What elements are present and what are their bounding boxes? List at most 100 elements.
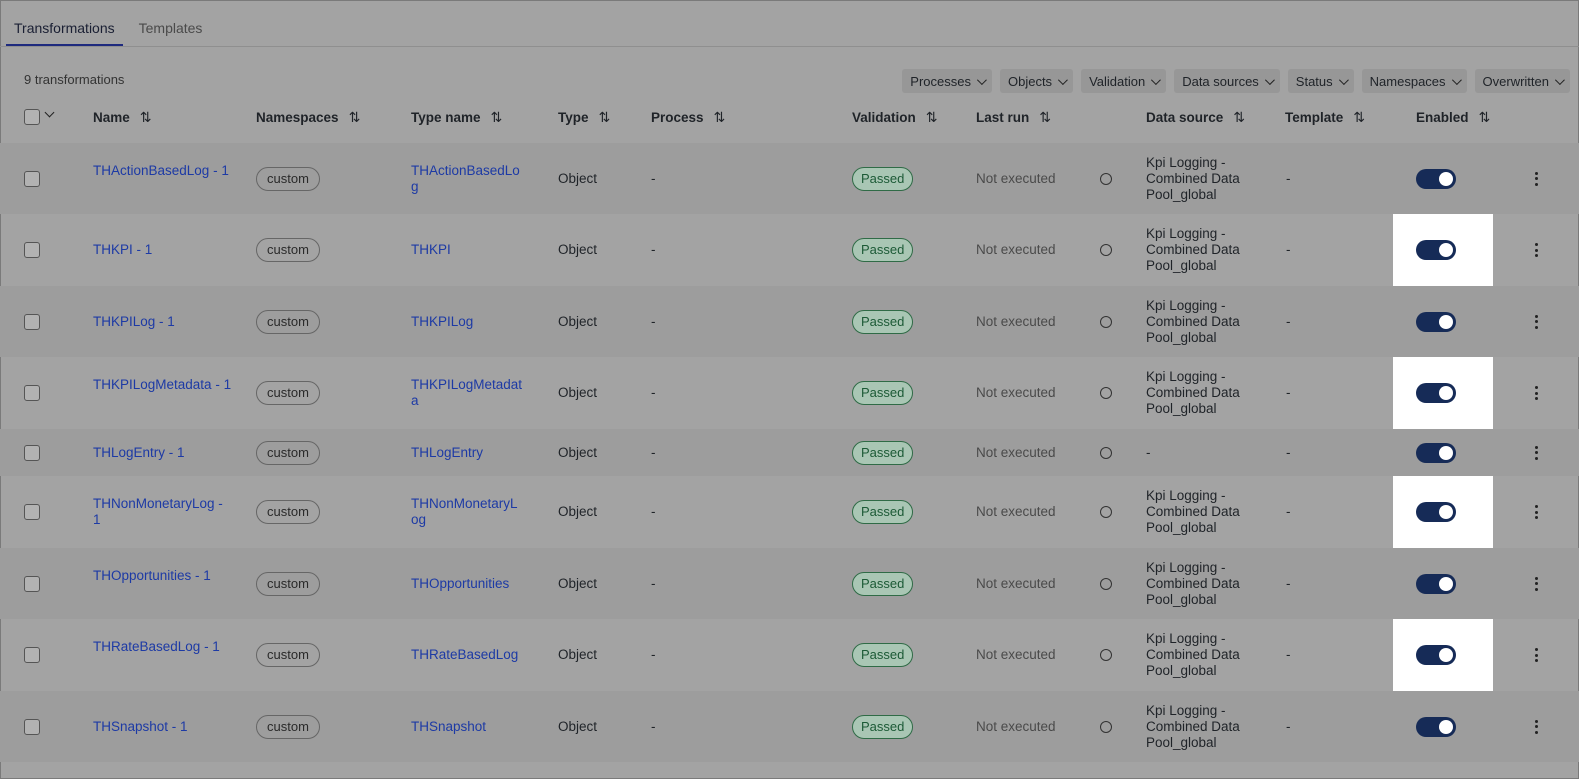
row-checkbox[interactable] <box>24 647 40 663</box>
row-checkbox[interactable] <box>24 242 40 258</box>
more-options-icon[interactable] <box>1535 719 1539 737</box>
transformation-name-link[interactable]: THActionBasedLog - 1 <box>93 163 233 179</box>
row-checkbox[interactable] <box>24 504 40 520</box>
type-name-link[interactable]: THOpportunities <box>411 576 551 592</box>
type-name-link[interactable]: THLogEntry <box>411 445 551 461</box>
column-header-name[interactable]: Name ⇅ <box>93 109 152 126</box>
filter-data-sources[interactable]: Data sources <box>1174 69 1280 93</box>
column-header-template[interactable]: Template ⇅ <box>1285 109 1365 126</box>
enabled-toggle[interactable] <box>1416 311 1456 332</box>
transformation-name-link[interactable]: THOpportunities - 1 <box>93 568 233 584</box>
filter-validation[interactable]: Validation <box>1081 69 1167 93</box>
select-all-checkbox[interactable] <box>24 109 40 125</box>
data-source-value: Kpi Logging - Combined Data Pool_global <box>1146 559 1240 607</box>
enabled-toggle[interactable] <box>1416 502 1456 522</box>
filter-overwritten[interactable]: Overwritten <box>1474 69 1570 93</box>
type-name-link[interactable]: THNonMonetaryLog <box>411 496 524 528</box>
table-row <box>0 691 1579 762</box>
type-name-link[interactable]: THKPI <box>411 242 551 258</box>
column-header-name-label: Name <box>93 110 130 125</box>
column-header-validation[interactable]: Validation ⇅ <box>852 109 937 126</box>
last-run-value: Not executed <box>976 385 1056 400</box>
transformation-name-link[interactable]: THNonMonetaryLog - 1 <box>93 496 233 528</box>
row-checkbox[interactable] <box>24 385 40 401</box>
circle-status-icon <box>1100 244 1112 256</box>
more-options-icon[interactable] <box>1535 314 1539 332</box>
transformation-name-link[interactable]: THSnapshot - 1 <box>93 719 233 735</box>
tab-transformations[interactable]: Transformations <box>6 10 123 46</box>
enabled-toggle[interactable] <box>1416 383 1456 403</box>
row-checkbox[interactable] <box>24 444 40 461</box>
process-value: - <box>651 647 656 662</box>
column-header-process[interactable]: Process ⇅ <box>651 109 725 126</box>
transformation-name-link[interactable]: THKPI - 1 <box>93 242 233 258</box>
more-options-icon[interactable] <box>1535 648 1539 665</box>
enabled-toggle[interactable] <box>1416 645 1456 665</box>
sort-icon: ⇅ <box>139 109 152 125</box>
column-header-data-source[interactable]: Data source ⇅ <box>1146 109 1245 126</box>
table-row <box>0 619 1579 691</box>
template-value: - <box>1286 647 1291 662</box>
tab-templates[interactable]: Templates <box>131 10 211 46</box>
type-name-link[interactable]: THActionBasedLog <box>411 163 524 195</box>
more-options-icon[interactable] <box>1535 243 1539 260</box>
validation-status-badge: Passed <box>852 714 914 739</box>
chevron-down-icon <box>1338 74 1349 85</box>
filter-namespaces[interactable]: Namespaces <box>1361 69 1467 93</box>
column-header-last-run[interactable]: Last run ⇅ <box>976 109 1051 126</box>
more-options-icon[interactable] <box>1535 505 1539 522</box>
namespace-badge: custom <box>256 500 320 524</box>
table-row <box>0 143 1579 214</box>
more-options-icon[interactable] <box>1535 386 1539 403</box>
type-name-link[interactable]: THSnapshot <box>411 719 551 735</box>
type-name-link[interactable]: THKPILog <box>411 314 551 330</box>
type-value: Object <box>558 647 598 662</box>
row-checkbox[interactable] <box>24 170 40 187</box>
column-header-data-source-label: Data source <box>1146 110 1224 125</box>
row-checkbox[interactable] <box>24 313 40 330</box>
circle-status-icon <box>1100 315 1112 328</box>
process-value: - <box>651 504 656 519</box>
column-header-type[interactable]: Type ⇅ <box>558 109 610 126</box>
validation-status-badge: Passed <box>852 381 914 405</box>
column-header-type-name[interactable]: Type name ⇅ <box>411 109 503 126</box>
more-options-icon[interactable] <box>1535 576 1539 594</box>
type-name-link[interactable]: THKPILogMetadata <box>411 377 524 409</box>
more-options-icon[interactable] <box>1535 445 1539 463</box>
column-header-type-label: Type <box>558 110 589 125</box>
data-source-value: Kpi Logging - Combined Data Pool_global <box>1146 488 1240 535</box>
column-header-enabled[interactable]: Enabled ⇅ <box>1416 109 1490 126</box>
transformation-name-link[interactable]: THRateBasedLog - 1 <box>93 639 233 655</box>
transformation-name-link[interactable]: THKPILogMetadata - 1 <box>93 377 233 393</box>
enabled-toggle[interactable] <box>1416 168 1456 189</box>
type-name-link[interactable]: THRateBasedLog <box>411 647 551 663</box>
template-value: - <box>1286 242 1291 257</box>
enabled-toggle[interactable] <box>1416 240 1456 260</box>
sort-icon: ⇅ <box>1233 109 1245 125</box>
type-value: Object <box>558 313 598 329</box>
template-value: - <box>1286 444 1291 460</box>
filter-status[interactable]: Status <box>1287 69 1354 93</box>
filter-objects[interactable]: Objects <box>999 69 1074 93</box>
row-checkbox[interactable] <box>24 718 40 735</box>
table-row <box>0 357 1579 429</box>
enabled-toggle[interactable] <box>1416 716 1456 737</box>
type-value: Object <box>558 444 598 460</box>
transformation-name-link[interactable]: THKPILog - 1 <box>93 314 233 330</box>
row-checkbox[interactable] <box>24 575 40 592</box>
transformation-name-link[interactable]: THLogEntry - 1 <box>93 445 233 461</box>
enabled-toggle[interactable] <box>1416 573 1456 594</box>
filter-processes[interactable]: Processes <box>902 69 992 93</box>
last-run-value: Not executed <box>976 444 1056 460</box>
validation-status-badge: Passed <box>852 500 914 524</box>
type-value: Object <box>558 385 598 400</box>
last-run-value: Not executed <box>976 647 1056 662</box>
sort-icon: ⇅ <box>1353 109 1365 125</box>
more-options-icon[interactable] <box>1535 171 1539 189</box>
sort-icon: ⇅ <box>490 109 503 125</box>
enabled-toggle[interactable] <box>1416 442 1456 463</box>
column-header-namespaces[interactable]: Namespaces ⇅ <box>256 109 361 126</box>
sort-icon: ⇅ <box>348 109 361 125</box>
template-value: - <box>1286 170 1291 186</box>
process-value: - <box>651 242 656 257</box>
